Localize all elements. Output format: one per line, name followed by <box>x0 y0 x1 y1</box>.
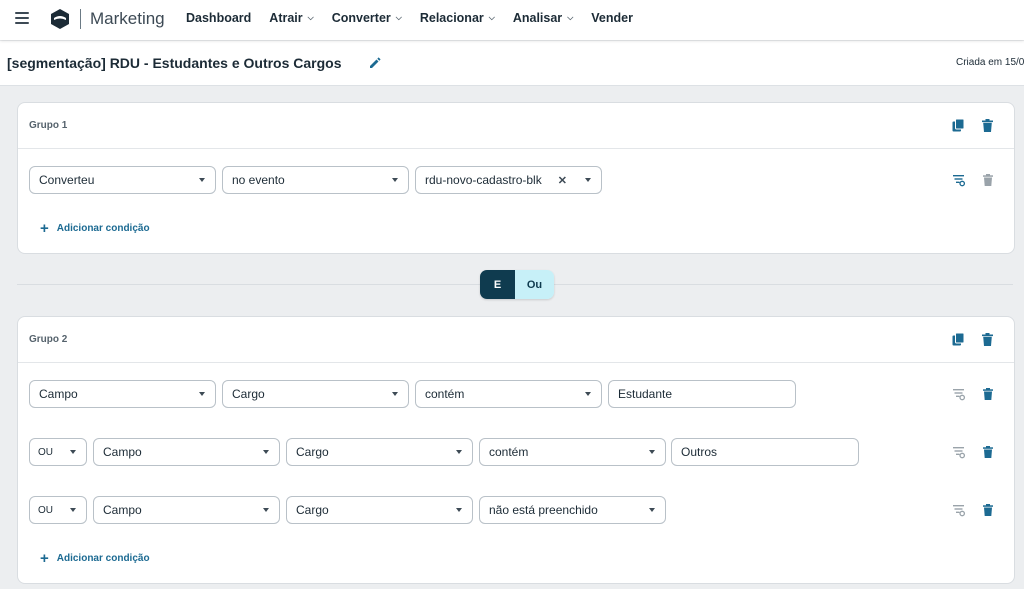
chevron-down-icon <box>392 178 398 182</box>
filter-settings-icon[interactable] <box>952 503 966 517</box>
chevron-down-icon <box>585 392 591 396</box>
field-select[interactable]: Campo <box>93 438 280 466</box>
trash-icon[interactable] <box>981 445 995 459</box>
trash-icon[interactable] <box>981 387 995 401</box>
chevron-down-icon <box>199 392 205 396</box>
group-title: Grupo 1 <box>29 120 68 131</box>
trash-icon[interactable] <box>981 173 995 187</box>
condition-row: Campo Cargo contém Estudante <box>18 380 1014 410</box>
close-icon[interactable]: ✕ <box>558 174 567 187</box>
pencil-icon[interactable] <box>368 56 382 70</box>
menu-icon[interactable] <box>15 12 29 24</box>
filter-settings-icon[interactable] <box>952 445 966 459</box>
logo-icon[interactable] <box>49 8 71 30</box>
add-condition-button[interactable]: + Adicionar condição <box>40 549 150 567</box>
connector-select[interactable]: OU <box>29 438 87 466</box>
main-nav: Dashboard Atrair ⌵ Converter ⌵ Relacionar ⌵… <box>186 11 651 25</box>
nav-dashboard[interactable]: Dashboard <box>186 11 251 25</box>
filter-settings-icon[interactable] <box>952 387 966 401</box>
field-select[interactable]: Campo <box>29 380 216 408</box>
page-title: [segmentação] RDU - Estudantes e Outros … <box>7 55 342 71</box>
chevron-down-icon <box>456 508 462 512</box>
chevron-down-icon <box>263 508 269 512</box>
chevron-down-icon: ⌵ <box>488 13 495 22</box>
top-navbar: Marketing Dashboard Atrair ⌵ Converter ⌵ R… <box>0 0 1024 40</box>
chevron-down-icon <box>199 178 205 182</box>
app-name: Marketing <box>90 9 165 28</box>
attribute-select[interactable]: Cargo <box>286 496 473 524</box>
group-header: Grupo 1 <box>18 103 1014 149</box>
add-condition-button[interactable]: + Adicionar condição <box>40 219 150 237</box>
logo-divider <box>80 9 81 29</box>
nav-converter[interactable]: Converter ⌵ <box>332 11 402 25</box>
group-card-2: Grupo 2 Campo Cargo contém Estudante OU … <box>17 316 1015 584</box>
chevron-down-icon: ⌵ <box>567 13 574 22</box>
nav-analisar[interactable]: Analisar ⌵ <box>513 11 573 25</box>
group-title: Grupo 2 <box>29 334 68 345</box>
page-header: [segmentação] RDU - Estudantes e Outros … <box>0 41 1024 86</box>
copy-icon[interactable] <box>951 118 966 133</box>
nav-atrair[interactable]: Atrair ⌵ <box>269 11 313 25</box>
group-card-1: Grupo 1 Converteu no evento rdu-novo-cad… <box>17 102 1015 254</box>
field-select[interactable]: Converteu <box>29 166 216 194</box>
chevron-down-icon <box>456 450 462 454</box>
trash-icon[interactable] <box>980 118 995 133</box>
attribute-select[interactable]: Cargo <box>222 380 409 408</box>
attribute-select[interactable]: Cargo <box>286 438 473 466</box>
filter-settings-icon[interactable] <box>952 173 966 187</box>
chevron-down-icon <box>263 450 269 454</box>
condition-row: OU Campo Cargo contém Outros <box>18 438 1014 468</box>
chevron-down-icon: ⌵ <box>307 13 314 22</box>
toggle-or[interactable]: Ou <box>515 270 554 299</box>
chevron-down-icon: ⌵ <box>395 13 402 22</box>
operator-select[interactable]: não está preenchido <box>479 496 666 524</box>
operator-select[interactable]: no evento <box>222 166 409 194</box>
value-input[interactable]: Estudante <box>608 380 796 408</box>
chevron-down-icon <box>649 450 655 454</box>
chevron-down-icon <box>585 178 591 182</box>
nav-relacionar[interactable]: Relacionar ⌵ <box>420 11 495 25</box>
group-header: Grupo 2 <box>18 317 1014 363</box>
created-date: Criada em 15/0 <box>956 57 1024 68</box>
nav-vender[interactable]: Vender <box>591 11 633 25</box>
copy-icon[interactable] <box>951 332 966 347</box>
connector-select[interactable]: OU <box>29 496 87 524</box>
operator-select[interactable]: contém <box>415 380 602 408</box>
chevron-down-icon <box>649 508 655 512</box>
trash-icon[interactable] <box>980 332 995 347</box>
chevron-down-icon <box>392 392 398 396</box>
value-input[interactable]: Outros <box>671 438 859 466</box>
event-select[interactable]: rdu-novo-cadastro-blk ✕ <box>415 166 602 194</box>
toggle-and[interactable]: E <box>480 270 515 299</box>
operator-select[interactable]: contém <box>479 438 666 466</box>
plus-icon: + <box>40 549 49 567</box>
chevron-down-icon <box>70 508 76 512</box>
condition-row: OU Campo Cargo não está preenchido <box>18 496 1014 526</box>
group-operator-toggle: E Ou <box>480 270 554 299</box>
plus-icon: + <box>40 219 49 237</box>
trash-icon[interactable] <box>981 503 995 517</box>
field-select[interactable]: Campo <box>93 496 280 524</box>
chevron-down-icon <box>70 450 76 454</box>
condition-row: Converteu no evento rdu-novo-cadastro-bl… <box>18 166 1014 196</box>
